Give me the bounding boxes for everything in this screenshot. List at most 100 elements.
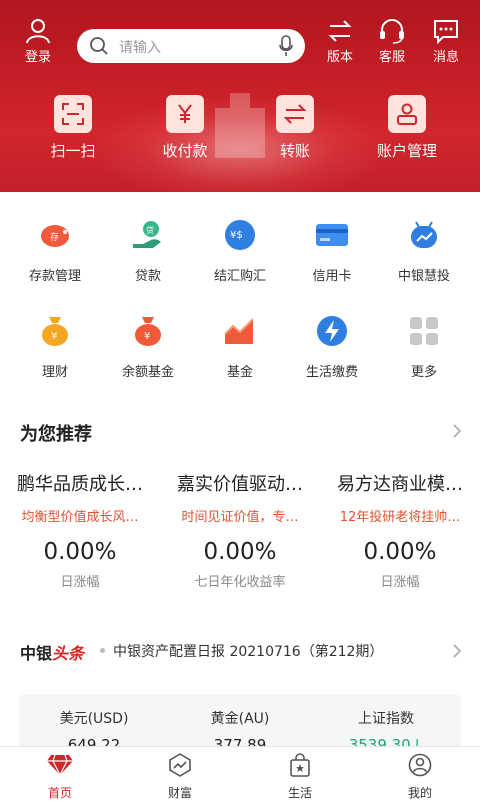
service-label: 客服 [378,50,405,65]
diamond-icon [47,754,73,777]
search-icon [90,37,108,55]
product-metric: 日涨幅 [60,575,100,590]
microphone-icon[interactable] [279,35,293,57]
grid-item-bill-payment[interactable]: 生活缴费 [284,314,380,380]
headset-icon [380,19,404,44]
grid-item-fund[interactable]: 基金 [192,314,288,380]
tab-label: 财富 [167,786,192,800]
currency-exchange-icon: ¥$ [225,220,255,250]
more-grid-icon [410,317,438,345]
chevron-right-icon[interactable] [452,643,462,659]
recommend-card[interactable]: 嘉实价值驱动… 时间见证价值，专… 0.00% 七日年化收益率 [160,470,320,590]
bottom-tab-bar: 首页 财富 生活 我的 [0,746,480,800]
tab-home[interactable]: 首页 [20,753,100,801]
recommend-card[interactable]: 易方达商业模… 12年投研老将挂帅… 0.00% 日涨幅 [320,470,480,590]
product-desc: 均衡型价值成长风… [21,510,139,525]
wealth-trend-icon [169,753,191,777]
chevron-right-icon[interactable] [452,423,462,439]
bill-payment-icon [317,316,347,346]
bullet-dot [100,648,105,653]
account-icon [388,95,426,133]
user-icon [408,753,432,777]
recommend-title: 为您推荐 [20,424,92,445]
headline-logo-main: 中银 [20,644,53,663]
market-name: 美元(USD) [59,711,129,727]
grid-label: 结汇购汇 [213,269,266,284]
grid-label: 信用卡 [312,269,352,284]
tab-label: 首页 [47,786,72,800]
grid-item-wealth[interactable]: ¥ 理财 [7,314,103,380]
product-name: 易方达商业模… [337,474,463,495]
search-input[interactable]: 请输入 [77,29,305,63]
quick-scan-label: 扫一扫 [50,142,96,160]
tab-label: 我的 [407,786,432,800]
wealth-bag-icon: ¥ [42,317,68,346]
loan-icon: 贷 [133,221,161,248]
quick-account-label: 账户管理 [376,142,437,160]
yuan-icon [166,95,204,133]
grid-item-deposit[interactable]: 存 存款管理 [7,218,103,284]
quick-pay-label: 收付款 [162,142,208,160]
tab-life[interactable]: 生活 [260,753,340,801]
product-value: 0.00% [363,539,437,565]
quick-transfer-button[interactable]: 转账 [240,95,350,161]
grid-label: 理财 [41,365,68,380]
grid-item-loan[interactable]: 贷 贷款 [100,218,196,284]
svg-text:¥: ¥ [51,331,57,342]
product-desc: 时间见证价值，专… [181,510,299,525]
grid-item-smart-invest[interactable]: 中银慧投 [376,218,472,284]
product-value: 0.00% [43,539,117,565]
svg-text:¥$: ¥$ [230,230,243,241]
grid-item-more[interactable]: 更多 [376,314,472,380]
customer-service-button[interactable]: 客服 [366,18,418,65]
message-button[interactable]: 消息 [420,18,472,65]
piggy-bank-icon: 存 [41,225,69,247]
market-ticker[interactable]: 美元(USD) 649.22 黄金(AU) 377.89 上证指数 3539.3… [19,694,461,754]
grid-item-balance-fund[interactable]: ¥ 余额基金 [100,314,196,380]
scan-icon [54,95,92,133]
search-placeholder: 请输入 [119,40,161,56]
product-metric: 日涨幅 [380,575,420,590]
tab-wealth[interactable]: 财富 [140,753,220,801]
headline-logo: 中银头条 [20,640,84,664]
quick-account-button[interactable]: 账户管理 [352,95,462,161]
grid-label: 更多 [410,365,437,380]
credit-card-icon [316,224,348,246]
tab-mine[interactable]: 我的 [380,753,460,801]
product-name: 鹏华品质成长… [17,474,143,495]
user-icon [26,19,50,44]
grid-label: 中银慧投 [397,269,450,284]
tab-label: 生活 [287,786,312,800]
market-name: 黄金(AU) [210,711,270,727]
header-banner: 登录 请输入 版本 客服 消息 扫一扫 收付款 转账 账户管理 [0,0,480,192]
message-label: 消息 [432,50,459,65]
headline-text: 中银资产配置日报 20210716（第212期） [113,644,384,660]
quick-pay-button[interactable]: 收付款 [130,95,240,161]
grid-label: 余额基金 [121,365,174,380]
grid-item-exchange[interactable]: ¥$ 结汇购汇 [192,218,288,284]
product-value: 0.00% [203,539,277,565]
message-icon [434,20,458,44]
svg-text:存: 存 [50,231,59,243]
transfer-icon [276,95,314,133]
switch-arrows-icon [328,20,352,42]
version-label: 版本 [326,50,353,65]
product-name: 嘉实价值驱动… [177,474,303,495]
grid-label: 基金 [226,365,253,380]
shopping-bag-icon [290,753,310,777]
version-button[interactable]: 版本 [314,18,366,65]
grid-label: 生活缴费 [305,365,358,380]
news-headline-bar[interactable]: 中银头条 中银资产配置日报 20210716（第212期） [0,630,480,670]
recommend-card[interactable]: 鹏华品质成长… 均衡型价值成长风… 0.00% 日涨幅 [0,470,160,590]
grid-item-credit-card[interactable]: 信用卡 [284,218,380,284]
svg-text:贷: 贷 [146,225,154,235]
grid-label: 贷款 [134,269,161,284]
robot-advisor-icon [411,221,437,248]
product-desc: 12年投研老将挂帅… [339,510,461,525]
quick-transfer-label: 转账 [279,142,310,160]
fund-chart-icon [224,318,254,344]
headline-logo-accent: 头条 [52,644,85,663]
quick-scan-button[interactable]: 扫一扫 [18,95,128,161]
login-button[interactable]: 登录 [12,18,64,65]
product-metric: 七日年化收益率 [194,575,286,590]
